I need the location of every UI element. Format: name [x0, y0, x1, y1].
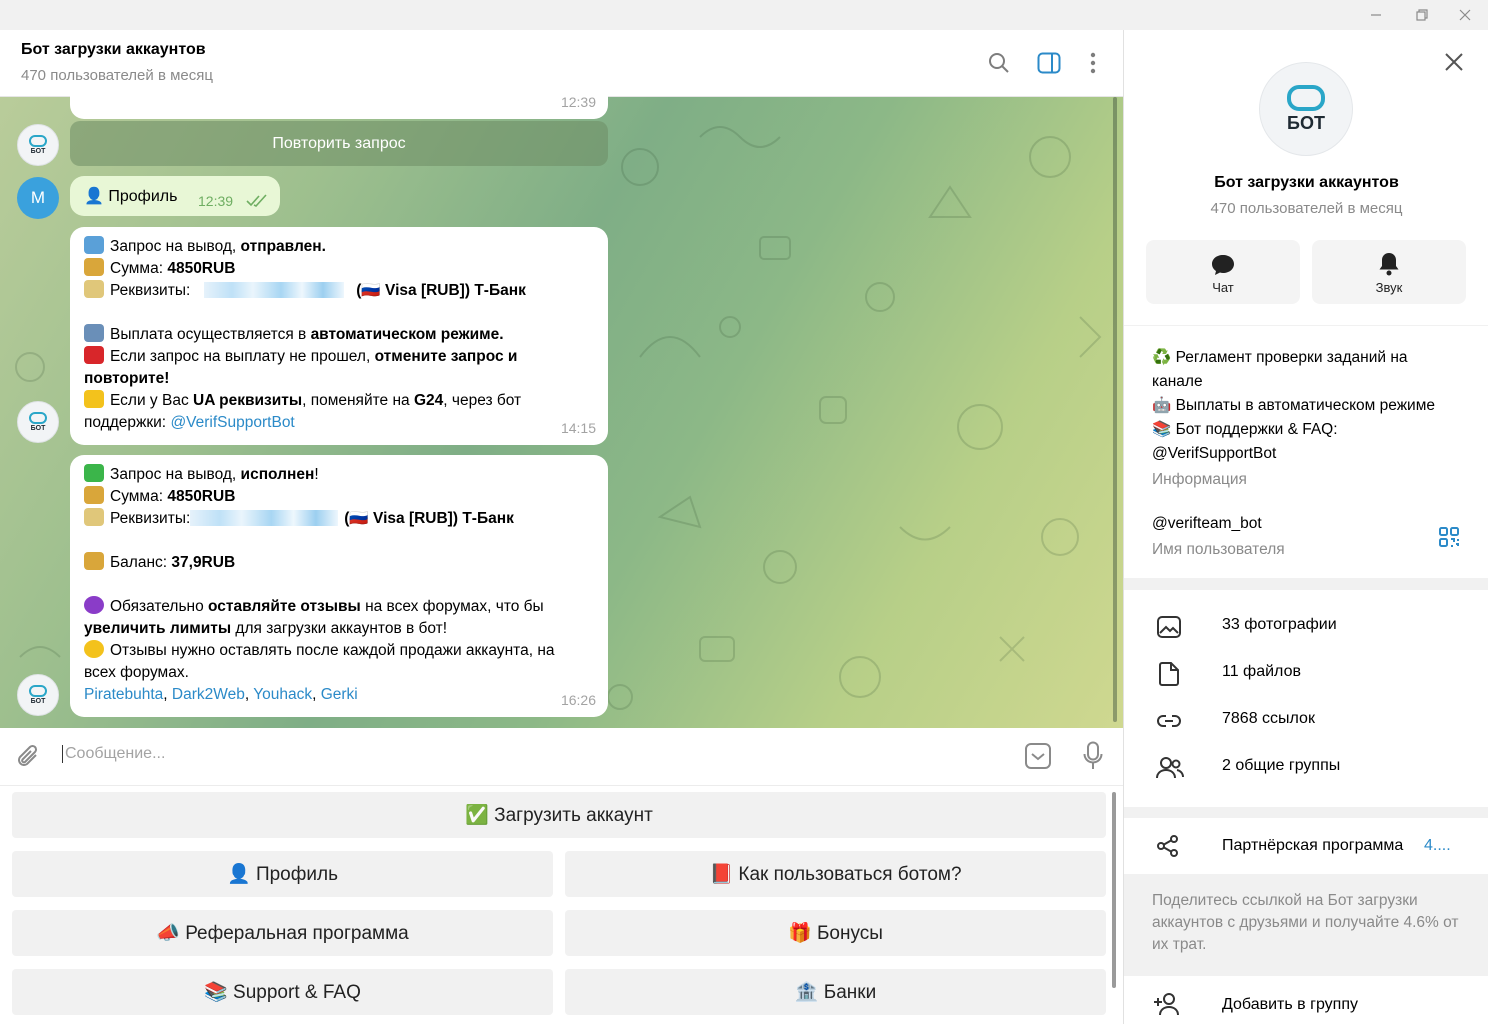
sidebar-toggle-icon[interactable]: [1036, 50, 1062, 76]
partner-program-label: Партнёрская программа: [1222, 837, 1404, 854]
profile-name: Бот загрузки аккаунтов: [1214, 174, 1399, 191]
bot-profile-avatar[interactable]: БОТ: [1259, 62, 1353, 156]
message-time: 16:26: [560, 692, 596, 708]
forum-link-piratebuhta[interactable]: Piratebuhta: [84, 686, 163, 703]
share-icon: [1156, 834, 1180, 863]
bot-avatar[interactable]: БОТ: [17, 124, 59, 166]
add-to-group-row[interactable]: Добавить в группу: [1124, 976, 1488, 1024]
info-line: 🤖 Выплаты в автоматическом режиме: [1152, 397, 1435, 414]
info-line: ♻️ Регламент проверки заданий на: [1152, 349, 1408, 366]
message-input-bar: Сообщение...: [0, 728, 1123, 786]
profile-subtitle: 470 пользователей в месяц: [1210, 200, 1403, 217]
chat-scrollbar[interactable]: [1113, 97, 1117, 722]
chat-action-button[interactable]: Чат: [1146, 240, 1300, 304]
partner-program-description: Поделитесь ссылкой на Бот загрузки аккау…: [1152, 892, 1459, 953]
search-icon[interactable]: [986, 50, 1012, 76]
attach-icon[interactable]: [16, 743, 42, 776]
banks-button[interactable]: 🏦 Банки: [565, 969, 1106, 1015]
info-emoji-icon: [84, 324, 104, 342]
files-row[interactable]: 11 файлов: [1124, 653, 1488, 693]
profile-button[interactable]: 👤 Профиль: [12, 851, 553, 897]
keyboard-scrollbar[interactable]: [1112, 792, 1116, 988]
more-options-icon[interactable]: [1080, 50, 1106, 76]
photo-icon: [1156, 614, 1182, 640]
info-line: канале: [1152, 373, 1203, 390]
profile-header: БОТ Бот загрузки аккаунтов 470 пользоват…: [1124, 30, 1488, 325]
user-message-time: 12:39: [198, 193, 234, 209]
info-line: 📚 Бот поддержки & FAQ:: [1152, 421, 1338, 438]
profile-side-panel: БОТ Бот загрузки аккаунтов 470 пользоват…: [1123, 30, 1488, 1024]
message-input[interactable]: Сообщение...: [62, 745, 165, 763]
message-time: 14:15: [560, 420, 596, 436]
links-row[interactable]: 7868 ссылок: [1124, 700, 1488, 740]
user-message-text: 👤 Профиль: [84, 188, 178, 205]
bell-icon: [1378, 250, 1400, 276]
partner-program-value: 4....: [1424, 837, 1451, 854]
bot-reply-keyboard: ✅ Загрузить аккаунт 👤 Профиль 📕 Как поль…: [0, 786, 1123, 1024]
users-icon: [1156, 755, 1184, 781]
groups-row[interactable]: 2 общие группы: [1124, 747, 1488, 787]
forum-link-dark2web[interactable]: Dark2Web: [172, 686, 245, 703]
purple-circle-emoji-icon: [84, 596, 104, 614]
redacted-details: [190, 510, 339, 526]
username-link[interactable]: @verifteam_bot: [1152, 512, 1262, 536]
money-bag-emoji-icon: [84, 486, 104, 504]
file-icon: [1156, 661, 1182, 687]
red-square-emoji-icon: [84, 346, 104, 364]
partner-program-row[interactable]: Партнёрская программа 4....: [1124, 818, 1488, 874]
support-faq-button[interactable]: 📚 Support & FAQ: [12, 969, 553, 1015]
message-bubble[interactable]: Запрос на вывод, исполнен! Сумма: 4850RU…: [70, 455, 608, 717]
credit-card-emoji-icon: [84, 280, 104, 298]
yellow-circle-emoji-icon: [84, 640, 104, 658]
read-checkmarks-icon: [246, 194, 270, 213]
message-time: 12:39: [560, 94, 596, 110]
forum-link-youhack[interactable]: Youhack: [253, 686, 312, 703]
photos-row[interactable]: 33 фотографии: [1124, 606, 1488, 646]
money-bag-emoji-icon: [84, 552, 104, 570]
link-icon: [1156, 708, 1182, 734]
check-mark-emoji-icon: [84, 464, 104, 482]
forum-link-gerki[interactable]: Gerki: [321, 686, 358, 703]
close-icon[interactable]: [1442, 0, 1488, 30]
upload-account-button[interactable]: ✅ Загрузить аккаунт: [12, 792, 1106, 838]
support-bot-link[interactable]: @VerifSupportBot: [170, 414, 294, 431]
info-caption: Информация: [1152, 471, 1247, 488]
username-caption: Имя пользователя: [1152, 541, 1285, 558]
how-to-use-button[interactable]: 📕 Как пользоваться ботом?: [565, 851, 1106, 897]
qr-code-icon[interactable]: [1438, 526, 1460, 553]
close-panel-icon[interactable]: [1444, 52, 1464, 77]
add-to-group-label: Добавить в группу: [1222, 996, 1358, 1013]
redacted-details: [204, 282, 345, 298]
chat-title: Бот загрузки аккаунтов: [21, 41, 206, 58]
shared-media-section: 33 фотографии 11 файлов 7868 ссылок 2 об…: [1124, 590, 1488, 807]
window-titlebar: [0, 0, 1488, 30]
bot-avatar[interactable]: БОТ: [17, 674, 59, 716]
restore-icon[interactable]: [1399, 0, 1445, 30]
profile-info-section: ♻️ Регламент проверки заданий на канале …: [1124, 325, 1488, 578]
chat-subtitle: 470 пользователей в месяц: [21, 67, 213, 84]
sound-action-button[interactable]: Звук: [1312, 240, 1466, 304]
user-avatar[interactable]: M: [17, 177, 59, 219]
yellow-square-emoji-icon: [84, 390, 104, 408]
microphone-icon[interactable]: [1083, 741, 1103, 776]
user-message-bubble[interactable]: 👤 Профиль 12:39: [70, 176, 280, 216]
credit-card-emoji-icon: [84, 508, 104, 526]
message-bubble[interactable]: 12:39: [70, 85, 608, 119]
message-bubble[interactable]: Запрос на вывод, отправлен. Сумма: 4850R…: [70, 227, 608, 445]
referral-program-button[interactable]: 📣 Реферальная программа: [12, 910, 553, 956]
refresh-emoji-icon: [84, 236, 104, 254]
bonuses-button[interactable]: 🎁 Бонусы: [565, 910, 1106, 956]
bot-avatar[interactable]: БОТ: [17, 401, 59, 443]
bot-keyboard-toggle-icon[interactable]: [1024, 742, 1052, 775]
minimize-icon[interactable]: [1353, 0, 1399, 30]
support-bot-link[interactable]: @VerifSupportBot: [1152, 442, 1276, 466]
add-user-icon: [1154, 992, 1182, 1021]
repeat-request-button[interactable]: Повторить запрос: [70, 121, 608, 166]
chat-bubble-icon: [1211, 250, 1235, 276]
money-bag-emoji-icon: [84, 258, 104, 276]
